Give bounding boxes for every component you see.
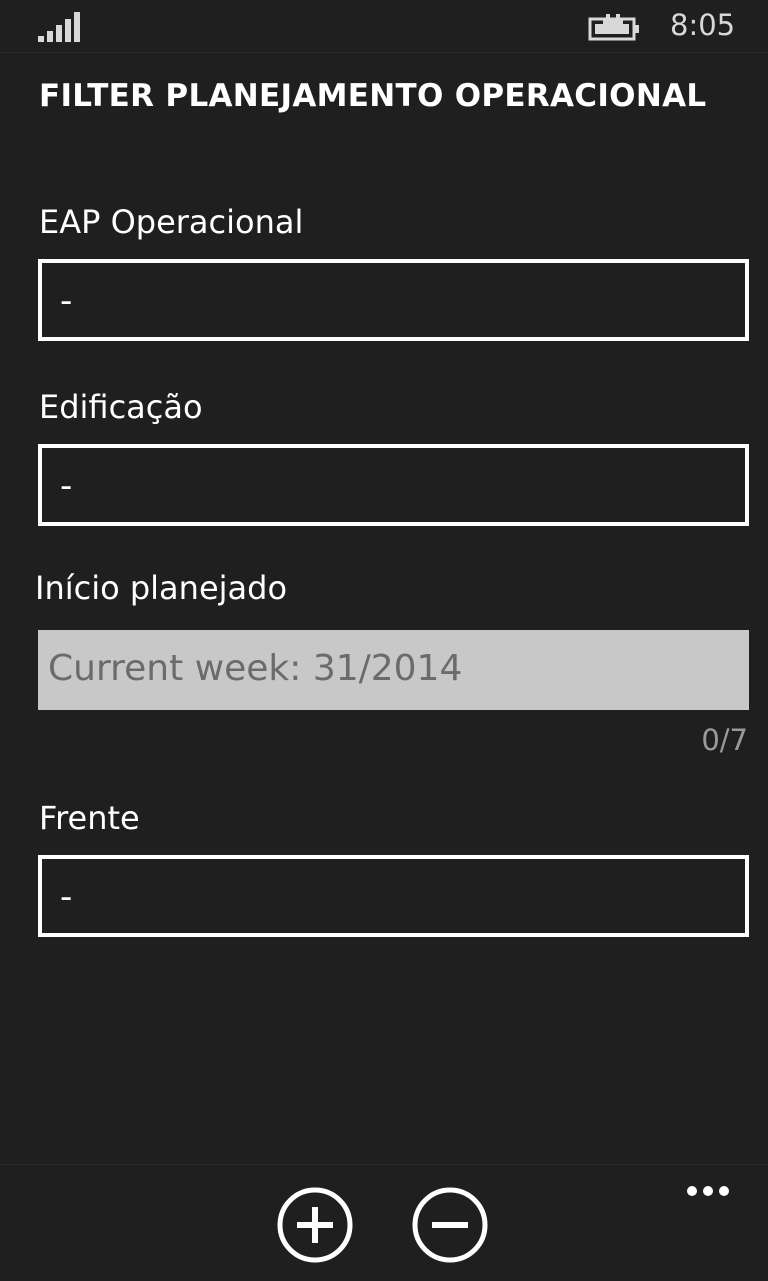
signal-icon xyxy=(38,12,80,42)
inicio-planejado-label: Início planejado xyxy=(35,569,288,607)
edificacao-label: Edificação xyxy=(39,388,203,426)
battery-charging-icon xyxy=(588,14,639,41)
inicio-planejado-input[interactable]: Current week: 31/2014 xyxy=(38,630,749,710)
clock: 8:05 xyxy=(670,8,736,42)
page-title: FILTER PLANEJAMENTO OPERACIONAL xyxy=(39,78,707,114)
inicio-planejado-placeholder: Current week: 31/2014 xyxy=(48,648,463,689)
edificacao-field[interactable]: - xyxy=(38,444,749,526)
remove-icon[interactable] xyxy=(412,1187,488,1263)
eap-operacional-field[interactable]: - xyxy=(38,259,749,341)
add-icon[interactable] xyxy=(277,1187,353,1263)
eap-operacional-value: - xyxy=(60,281,73,321)
frente-value: - xyxy=(60,877,73,917)
frente-field[interactable]: - xyxy=(38,855,749,937)
more-icon[interactable] xyxy=(686,1185,730,1197)
eap-operacional-label: EAP Operacional xyxy=(39,203,304,241)
status-bar: 8:05 xyxy=(0,0,768,53)
edificacao-value: - xyxy=(60,466,73,506)
frente-label: Frente xyxy=(39,799,140,837)
app-bar xyxy=(0,1164,768,1281)
character-counter: 0/7 xyxy=(701,723,748,757)
